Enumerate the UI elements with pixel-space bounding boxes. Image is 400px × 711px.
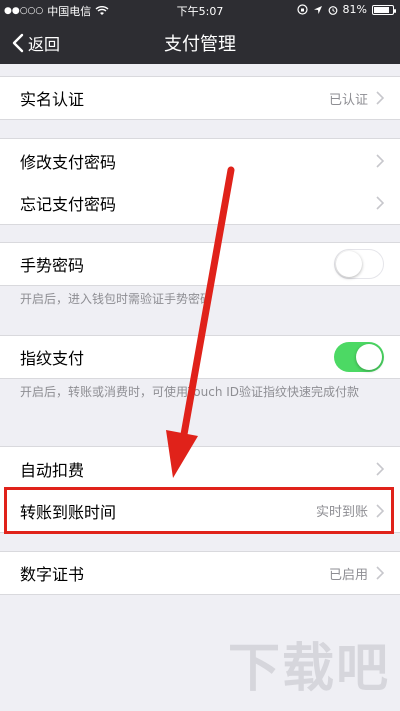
change-password-label: 修改支付密码 xyxy=(20,152,117,172)
fingerprint-payment-toggle[interactable] xyxy=(334,342,384,372)
forgot-password-label: 忘记支付密码 xyxy=(20,194,117,214)
chevron-right-icon xyxy=(376,195,384,210)
digital-certificate-row[interactable]: 数字证书 已启用 xyxy=(0,551,400,595)
chevron-right-icon xyxy=(376,461,384,476)
gesture-password-row: 手势密码 xyxy=(0,242,400,286)
status-bar-right: 81% xyxy=(296,3,396,16)
transfer-time-label: 转账到账时间 xyxy=(20,502,117,522)
location-icon xyxy=(313,5,322,14)
real-name-row[interactable]: 实名认证 已认证 xyxy=(0,76,400,120)
navigation-bar: 返回 支付管理 xyxy=(0,20,400,64)
fingerprint-payment-row: 指纹支付 xyxy=(0,335,400,379)
chevron-right-icon xyxy=(376,153,384,168)
real-name-status: 已认证 xyxy=(328,92,368,108)
battery-icon xyxy=(372,4,396,15)
gesture-password-toggle[interactable] xyxy=(334,249,384,279)
orientation-lock-icon xyxy=(296,4,308,15)
battery-fill xyxy=(374,6,389,13)
forgot-password-row[interactable]: 忘记支付密码 xyxy=(0,181,400,225)
alarm-icon xyxy=(328,5,337,15)
digital-certificate-status: 已启用 xyxy=(328,567,368,583)
digital-certificate-label: 数字证书 xyxy=(20,565,85,584)
chevron-right-icon xyxy=(376,503,384,518)
gesture-password-description: 开启后，进入钱包时需验证手势密码 xyxy=(20,292,213,306)
status-bar: ●●○○○ 中国电信 下午5:07 81% xyxy=(0,0,400,20)
transfer-time-row[interactable]: 转账到账时间 实时到账 xyxy=(0,489,400,533)
page-title: 支付管理 xyxy=(164,34,236,55)
fingerprint-payment-label: 指纹支付 xyxy=(20,349,85,368)
chevron-right-icon xyxy=(376,91,384,105)
gesture-password-label: 手势密码 xyxy=(20,256,85,275)
site-watermark: 下载吧 xyxy=(227,639,390,699)
chevron-right-icon xyxy=(376,566,384,580)
auto-deduct-row[interactable]: 自动扣费 xyxy=(0,446,400,490)
real-name-label: 实名认证 xyxy=(20,90,85,109)
auto-deduct-label: 自动扣费 xyxy=(20,460,85,480)
transfer-time-value: 实时到账 xyxy=(315,505,368,520)
change-password-row[interactable]: 修改支付密码 xyxy=(0,138,400,182)
toggle-knob xyxy=(356,344,382,370)
fingerprint-payment-description: 开启后，转账或消费时，可使用Touch ID验证指纹快速完成付款 xyxy=(20,385,360,399)
battery-percent: 81% xyxy=(342,3,367,16)
toggle-knob xyxy=(336,251,362,277)
